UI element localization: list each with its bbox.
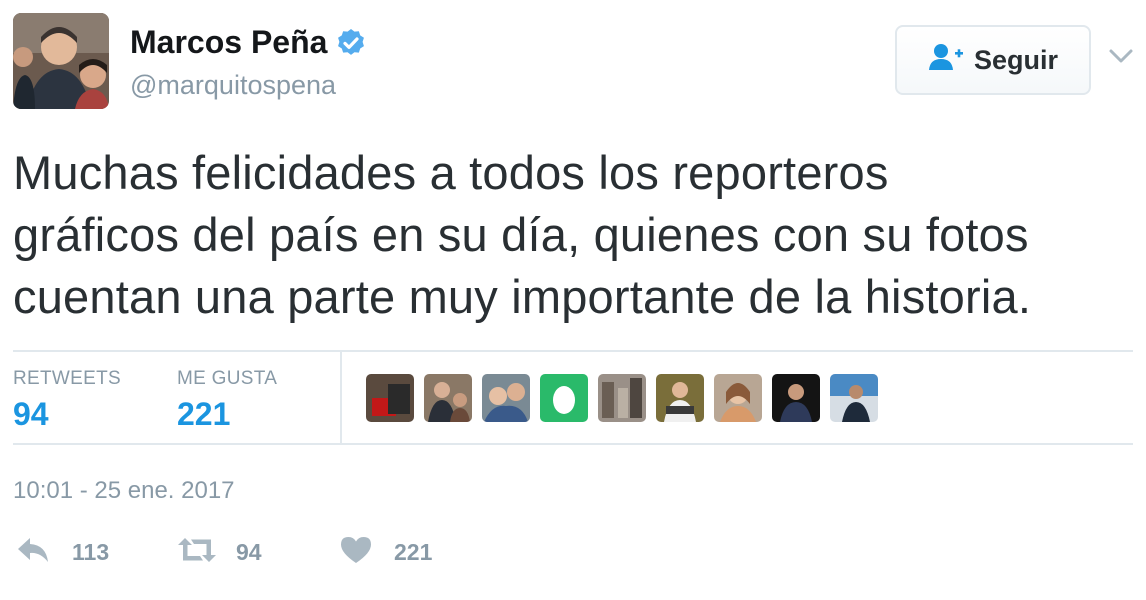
heart-icon	[340, 536, 372, 569]
stats-bottom-divider	[13, 443, 1133, 445]
like-count: 221	[394, 539, 433, 565]
likes-label: ME GUSTA	[177, 368, 278, 389]
tweet-line: Muchas felicidades a todos los reportero…	[13, 146, 889, 199]
follow-button[interactable]: Seguir	[895, 25, 1091, 95]
liker-avatar[interactable]	[772, 374, 820, 422]
verified-badge-icon	[335, 27, 367, 59]
liker-avatar[interactable]	[656, 374, 704, 422]
egg-avatar-icon[interactable]	[540, 374, 588, 422]
author-handle[interactable]: @marquitospena	[130, 70, 336, 101]
reply-count: 113	[72, 539, 110, 565]
author-name[interactable]: Marcos Peña	[130, 24, 367, 61]
author-avatar[interactable]	[13, 13, 109, 109]
add-user-icon	[928, 43, 964, 78]
chevron-down-icon[interactable]	[1108, 46, 1134, 66]
tweet-line: cuentan una parte muy importante de la h…	[13, 270, 1032, 323]
stats-vertical-divider	[340, 352, 342, 444]
liker-avatar[interactable]	[714, 374, 762, 422]
stats-top-divider	[13, 350, 1133, 352]
author-name-text[interactable]: Marcos Peña	[130, 24, 327, 61]
liker-avatars	[366, 374, 878, 422]
tweet-timestamp[interactable]: 10:01 - 25 ene. 2017	[13, 477, 235, 505]
liker-avatar[interactable]	[482, 374, 530, 422]
like-button[interactable]: 221	[340, 536, 432, 569]
liker-avatar[interactable]	[598, 374, 646, 422]
retweets-count[interactable]: 94	[13, 396, 49, 433]
tweet-text: Muchas felicidades a todos los reportero…	[13, 142, 1133, 328]
liker-avatar[interactable]	[830, 374, 878, 422]
liker-avatar[interactable]	[424, 374, 472, 422]
retweet-count: 94	[236, 539, 262, 565]
tweet-line: gráficos del país en su día, quienes con…	[13, 208, 1029, 261]
liker-avatar[interactable]	[366, 374, 414, 422]
retweet-button[interactable]: 94	[176, 536, 262, 569]
likes-count[interactable]: 221	[177, 396, 230, 433]
follow-button-label: Seguir	[973, 44, 1059, 75]
retweets-label: RETWEETS	[13, 368, 121, 389]
reply-button[interactable]: 113	[16, 536, 109, 569]
retweet-icon	[176, 536, 218, 569]
reply-icon	[16, 536, 50, 569]
